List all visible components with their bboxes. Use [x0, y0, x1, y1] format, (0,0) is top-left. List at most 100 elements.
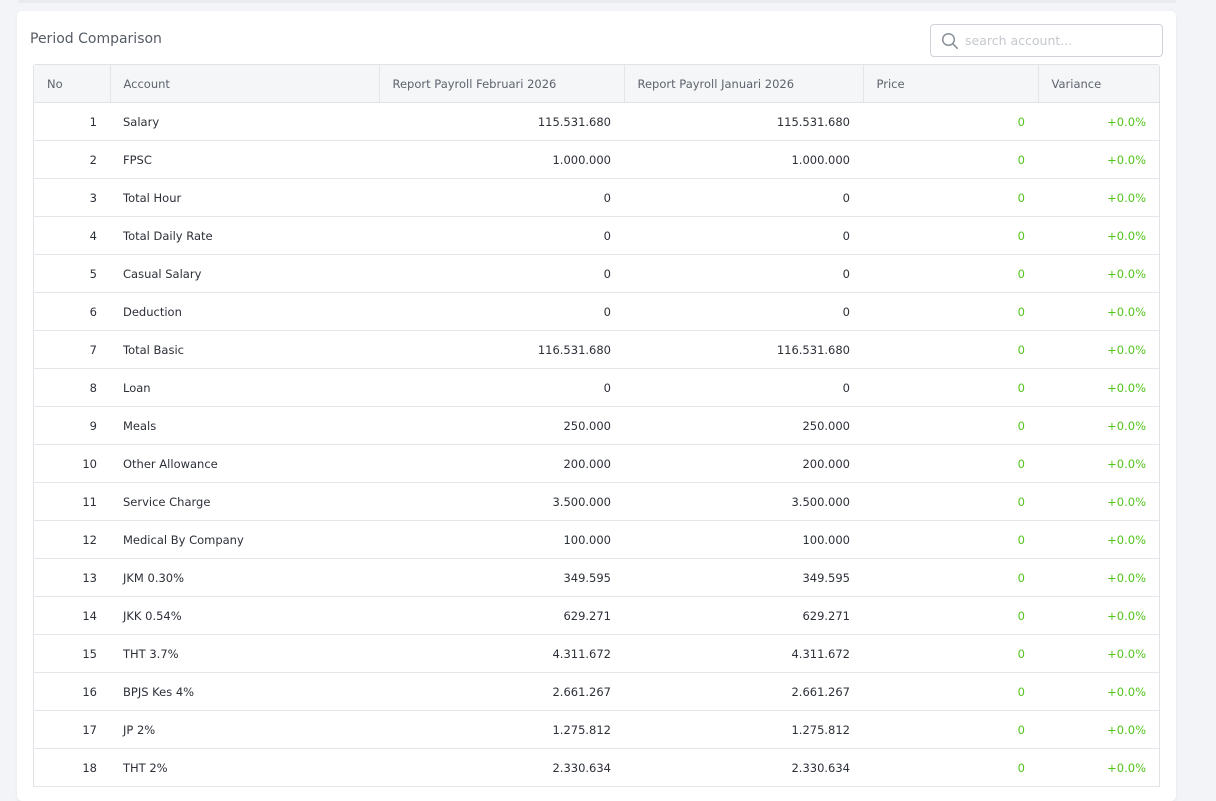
cell-period-b: 0 — [624, 254, 863, 293]
cell-price: 0 — [863, 140, 1038, 179]
table-row[interactable]: 10 Other Allowance 200.000 200.000 0 +0.0% — [34, 444, 1159, 483]
cell-period-b: 100.000 — [624, 520, 863, 559]
table-row[interactable]: 5 Casual Salary 0 0 0 +0.0% — [34, 254, 1159, 293]
cell-period-b: 3.500.000 — [624, 482, 863, 521]
search-box[interactable] — [930, 24, 1163, 57]
table-row[interactable]: 18 THT 2% 2.330.634 2.330.634 0 +0.0% — [34, 748, 1159, 787]
cell-variance: +0.0% — [1038, 444, 1159, 483]
cell-variance: +0.0% — [1038, 672, 1159, 711]
table-row[interactable]: 9 Meals 250.000 250.000 0 +0.0% — [34, 406, 1159, 445]
cell-account: THT 2% — [110, 748, 379, 787]
cell-variance: +0.0% — [1038, 292, 1159, 331]
table-row[interactable]: 13 JKM 0.30% 349.595 349.595 0 +0.0% — [34, 558, 1159, 597]
cell-account: THT 3.7% — [110, 634, 379, 673]
cell-price: 0 — [863, 710, 1038, 749]
cell-period-a: 349.595 — [379, 558, 624, 597]
header-price[interactable]: Price — [863, 65, 1039, 103]
cell-variance: +0.0% — [1038, 102, 1159, 141]
cell-period-a: 0 — [379, 254, 624, 293]
table-row[interactable]: 2 FPSC 1.000.000 1.000.000 0 +0.0% — [34, 140, 1159, 179]
cell-period-a: 200.000 — [379, 444, 624, 483]
cell-price: 0 — [863, 406, 1038, 445]
table-row[interactable]: 4 Total Daily Rate 0 0 0 +0.0% — [34, 216, 1159, 255]
cell-price: 0 — [863, 672, 1038, 711]
cell-variance: +0.0% — [1038, 710, 1159, 749]
cell-price: 0 — [863, 178, 1038, 217]
cell-price: 0 — [863, 330, 1038, 369]
cell-period-b: 4.311.672 — [624, 634, 863, 673]
cell-account: BPJS Kes 4% — [110, 672, 379, 711]
comparison-table: No Account Report Payroll Februari 2026 … — [34, 65, 1159, 787]
cell-no: 6 — [34, 292, 110, 331]
table-row[interactable]: 11 Service Charge 3.500.000 3.500.000 0 +0.0% — [34, 482, 1159, 521]
cell-period-a: 3.500.000 — [379, 482, 624, 521]
cell-price: 0 — [863, 368, 1038, 407]
header-variance[interactable]: Variance — [1038, 65, 1159, 103]
cell-no: 14 — [34, 596, 110, 635]
table-row[interactable]: 3 Total Hour 0 0 0 +0.0% — [34, 178, 1159, 217]
cell-variance: +0.0% — [1038, 634, 1159, 673]
search-icon — [941, 32, 959, 50]
cell-account: Casual Salary — [110, 254, 379, 293]
cell-period-b: 1.275.812 — [624, 710, 863, 749]
cell-no: 12 — [34, 520, 110, 559]
header-period-b[interactable]: Report Payroll Januari 2026 — [624, 65, 864, 103]
cell-no: 13 — [34, 558, 110, 597]
table-row[interactable]: 16 BPJS Kes 4% 2.661.267 2.661.267 0 +0.0% — [34, 672, 1159, 711]
cell-period-b: 0 — [624, 216, 863, 255]
cell-no: 5 — [34, 254, 110, 293]
cell-account: Meals — [110, 406, 379, 445]
cell-period-b: 0 — [624, 178, 863, 217]
cell-price: 0 — [863, 292, 1038, 331]
header-period-a[interactable]: Report Payroll Februari 2026 — [379, 65, 625, 103]
cell-account: Total Hour — [110, 178, 379, 217]
cell-price: 0 — [863, 634, 1038, 673]
table-row[interactable]: 12 Medical By Company 100.000 100.000 0 +0.0% — [34, 520, 1159, 559]
cell-account: FPSC — [110, 140, 379, 179]
cell-price: 0 — [863, 444, 1038, 483]
cell-period-a: 0 — [379, 216, 624, 255]
cell-period-b: 349.595 — [624, 558, 863, 597]
cell-variance: +0.0% — [1038, 216, 1159, 255]
cell-account: JKK 0.54% — [110, 596, 379, 635]
cell-variance: +0.0% — [1038, 254, 1159, 293]
top-divider — [18, 0, 1176, 3]
table-row[interactable]: 15 THT 3.7% 4.311.672 4.311.672 0 +0.0% — [34, 634, 1159, 673]
cell-price: 0 — [863, 102, 1038, 141]
cell-period-a: 0 — [379, 292, 624, 331]
cell-period-b: 116.531.680 — [624, 330, 863, 369]
cell-period-a: 0 — [379, 368, 624, 407]
cell-account: Deduction — [110, 292, 379, 331]
table-row[interactable]: 8 Loan 0 0 0 +0.0% — [34, 368, 1159, 407]
cell-period-a: 629.271 — [379, 596, 624, 635]
table-row[interactable]: 6 Deduction 0 0 0 +0.0% — [34, 292, 1159, 331]
cell-no: 10 — [34, 444, 110, 483]
table-row[interactable]: 7 Total Basic 116.531.680 116.531.680 0 +0.0% — [34, 330, 1159, 369]
cell-variance: +0.0% — [1038, 482, 1159, 521]
cell-account: JP 2% — [110, 710, 379, 749]
cell-period-b: 115.531.680 — [624, 102, 863, 141]
table-header-row: No Account Report Payroll Februari 2026 … — [34, 65, 1159, 103]
cell-no: 11 — [34, 482, 110, 521]
table-row[interactable]: 1 Salary 115.531.680 115.531.680 0 +0.0% — [34, 102, 1159, 141]
cell-period-a: 250.000 — [379, 406, 624, 445]
table-row[interactable]: 14 JKK 0.54% 629.271 629.271 0 +0.0% — [34, 596, 1159, 635]
cell-no: 1 — [34, 102, 110, 141]
header-account[interactable]: Account — [110, 65, 380, 103]
cell-no: 18 — [34, 748, 110, 787]
cell-variance: +0.0% — [1038, 520, 1159, 559]
search-input[interactable] — [965, 30, 1155, 50]
cell-period-a: 4.311.672 — [379, 634, 624, 673]
cell-no: 7 — [34, 330, 110, 369]
cell-variance: +0.0% — [1038, 330, 1159, 369]
table-row[interactable]: 17 JP 2% 1.275.812 1.275.812 0 +0.0% — [34, 710, 1159, 749]
header-no[interactable]: No — [34, 65, 111, 103]
cell-no: 9 — [34, 406, 110, 445]
cell-no: 4 — [34, 216, 110, 255]
cell-no: 16 — [34, 672, 110, 711]
cell-account: Total Basic — [110, 330, 379, 369]
comparison-table-container: No Account Report Payroll Februari 2026 … — [33, 64, 1160, 787]
cell-no: 17 — [34, 710, 110, 749]
cell-period-a: 100.000 — [379, 520, 624, 559]
cell-no: 8 — [34, 368, 110, 407]
